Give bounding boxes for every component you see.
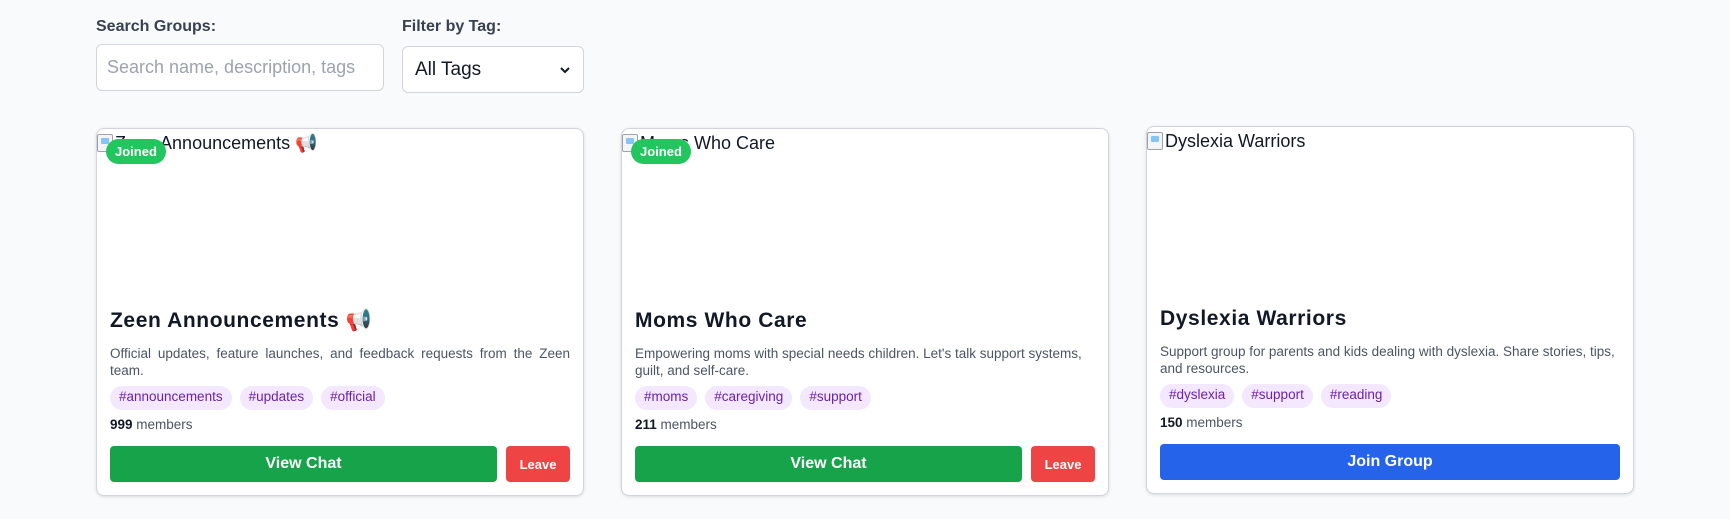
group-tag[interactable]: #official xyxy=(321,386,385,410)
group-card: Dyslexia Warriors Dyslexia Warriors Supp… xyxy=(1146,126,1634,494)
group-image: Moms Who Care Joined xyxy=(622,129,1108,305)
group-image: Zeen Announcements 📢 Joined xyxy=(97,129,583,305)
member-count: 211 members xyxy=(635,417,1095,435)
search-input[interactable] xyxy=(96,44,384,91)
group-tag[interactable]: #dyslexia xyxy=(1160,384,1235,408)
view-chat-button[interactable]: View Chat xyxy=(110,446,497,482)
group-tag[interactable]: #moms xyxy=(635,386,698,410)
image-alt-text: Dyslexia Warriors xyxy=(1165,131,1306,151)
group-tags: #dyslexia #support #reading xyxy=(1160,384,1620,408)
group-description: Official updates, feature launches, and … xyxy=(110,346,570,378)
broken-image: Dyslexia Warriors xyxy=(1147,131,1305,152)
member-count-number: 211 xyxy=(635,417,657,432)
tag-select-value: All Tags xyxy=(415,58,482,80)
member-count: 999 members xyxy=(110,417,570,435)
group-tags: #moms #caregiving #support xyxy=(635,386,1095,410)
search-label: Search Groups: xyxy=(96,18,217,35)
search-filter: Search Groups: xyxy=(96,18,384,93)
view-chat-button[interactable]: View Chat xyxy=(635,446,1022,482)
group-description: Empowering moms with special needs child… xyxy=(635,346,1082,378)
member-count-number: 150 xyxy=(1160,415,1183,430)
group-card: Moms Who Care Joined Moms Who Care Empow… xyxy=(621,128,1109,496)
group-tag[interactable]: #updates xyxy=(239,386,314,410)
member-count: 150 members xyxy=(1160,415,1620,433)
group-tag[interactable]: #reading xyxy=(1320,384,1392,408)
tag-filter: Filter by Tag: All Tags xyxy=(402,18,584,93)
joined-badge: Joined xyxy=(106,139,166,164)
tag-select[interactable]: All Tags xyxy=(402,46,584,93)
group-tag[interactable]: #support xyxy=(800,386,871,410)
members-label: members xyxy=(1186,415,1243,430)
group-title: Moms Who Care xyxy=(635,309,808,332)
members-label: members xyxy=(660,417,717,432)
chevron-down-icon xyxy=(560,66,570,73)
tag-filter-label: Filter by Tag: xyxy=(402,18,502,35)
group-image: Dyslexia Warriors xyxy=(1147,127,1633,303)
joined-badge: Joined xyxy=(631,139,691,164)
broken-image-icon xyxy=(1147,132,1163,150)
join-group-button[interactable]: Join Group xyxy=(1160,444,1620,480)
group-tag[interactable]: #announcements xyxy=(110,386,232,410)
group-card: Zeen Announcements 📢 Joined Zeen Announc… xyxy=(96,128,584,496)
group-title: Dyslexia Warriors xyxy=(1160,307,1347,330)
group-tag[interactable]: #support xyxy=(1242,384,1313,408)
leave-button[interactable]: Leave xyxy=(506,446,570,482)
group-tag[interactable]: #caregiving xyxy=(705,386,793,410)
member-count-number: 999 xyxy=(110,417,133,432)
group-description: Support group for parents and kids deali… xyxy=(1160,344,1615,376)
group-tags: #announcements #updates #official xyxy=(110,386,570,410)
filters-bar: Search Groups: Filter by Tag: All Tags xyxy=(96,18,584,93)
group-title: Zeen Announcements 📢 xyxy=(110,309,373,332)
leave-button[interactable]: Leave xyxy=(1031,446,1095,482)
members-label: members xyxy=(136,417,193,432)
